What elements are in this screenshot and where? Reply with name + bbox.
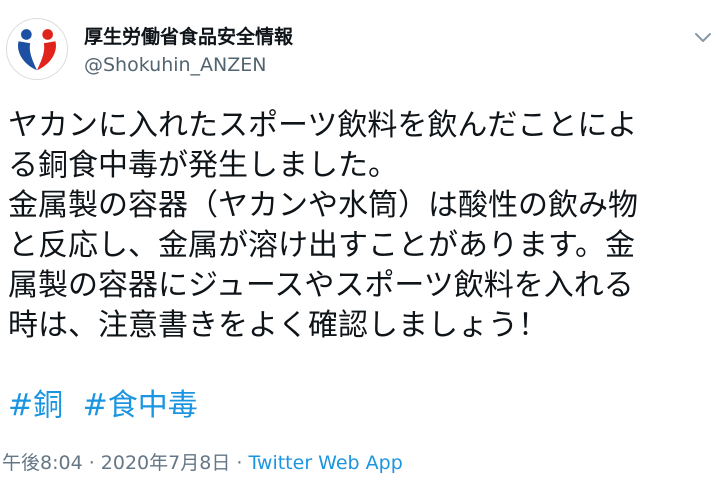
tweet-text-line: 金属製の容器（ヤカンや水筒）は酸性の飲み物 xyxy=(8,188,638,223)
tweet-text-line: 属製の容器にジュースやスポーツ飲料を入れる xyxy=(8,268,634,303)
tweet-time[interactable]: 午後8:04 xyxy=(2,452,83,474)
tweet-text-line: と反応し、金属が溶け出すことがあります。金 xyxy=(8,228,635,263)
chevron-down-icon xyxy=(695,33,711,42)
meta-separator: · xyxy=(230,452,249,474)
tweet-text: ヤカンに入れたスポーツ飲料を飲んだことによ る銅食中毒が発生しました。 金属製の… xyxy=(8,106,718,346)
tweet-source-link[interactable]: Twitter Web App xyxy=(248,452,402,474)
meta-separator: · xyxy=(82,452,101,474)
avatar[interactable] xyxy=(6,18,68,80)
tweet-header: 厚生労働省食品安全情報 @Shokuhin_ANZEN xyxy=(0,0,720,90)
tweet-date[interactable]: 2020年7月8日 xyxy=(101,452,231,474)
hashtag-row: #銅 #食中毒 xyxy=(8,386,198,426)
tweet-text-line: る銅食中毒が発生しました。 xyxy=(8,148,398,183)
author-handle[interactable]: @Shokuhin_ANZEN xyxy=(84,54,267,76)
more-menu-button[interactable] xyxy=(692,26,714,48)
author-display-name[interactable]: 厚生労働省食品安全情報 xyxy=(84,22,293,49)
hashtag-link[interactable]: #食中毒 xyxy=(83,388,198,423)
tweet-text-line: ヤカンに入れたスポーツ飲料を飲んだことによ xyxy=(8,108,638,143)
hashtag-link[interactable]: #銅 xyxy=(8,388,63,423)
tweet-metadata: 午後8:04 · 2020年7月8日 · Twitter Web App xyxy=(2,448,403,475)
mhlw-logo-icon xyxy=(7,19,67,79)
tweet-text-line: 時は、注意書きをよく確認しましょう！ xyxy=(8,308,548,343)
